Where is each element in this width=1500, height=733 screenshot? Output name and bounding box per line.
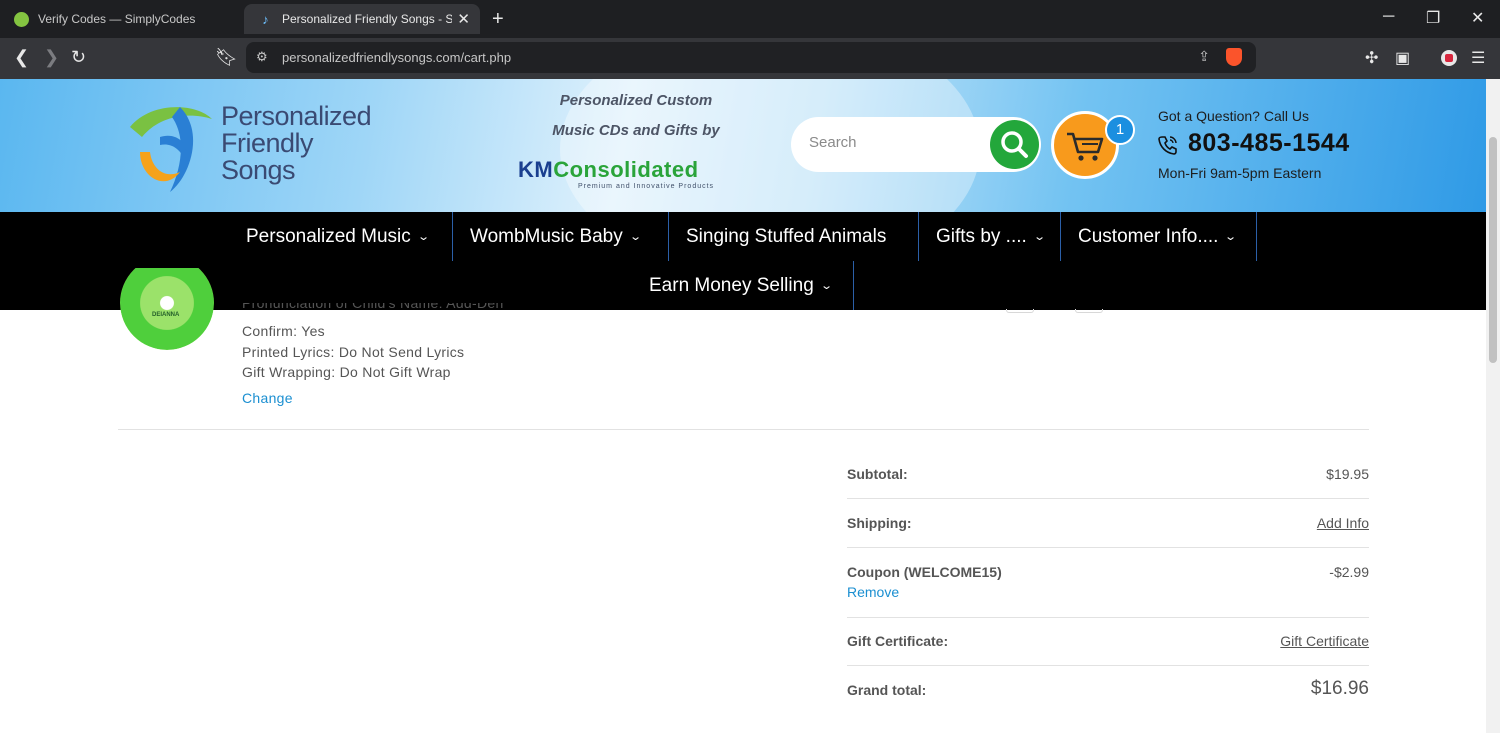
tagline-line1: Personalized Custom [559,92,713,109]
address-bar[interactable]: ⚙ personalizedfriendlysongs.com/cart.php… [246,42,1256,73]
logo-text[interactable]: Personalized Friendly Songs [221,101,372,185]
chevron-down-icon: ⌄ [416,231,430,243]
search-box [791,117,1041,172]
logo-swoosh-icon[interactable] [120,97,218,195]
search-input[interactable] [809,134,979,151]
km-logo-subtitle: Premium and Innovative Products [578,183,715,190]
nav-wombmusic-baby[interactable]: WombMusic Baby ⌄ [452,212,658,261]
close-tab-icon[interactable]: ✕ [457,10,470,28]
music-note-favicon-icon: ♪ [262,11,269,27]
item-option-gift-wrapping: Gift Wrapping: Do Not Gift Wrap [242,364,451,380]
chevron-down-icon: ⌄ [1224,231,1238,243]
km-logo-km: KM [518,157,554,182]
nav-divider [853,261,854,310]
nav-label: Singing Stuffed Animals [686,225,887,247]
close-window-icon[interactable]: ✕ [1471,8,1484,28]
wallet-icon[interactable]: ▣ [1395,48,1410,68]
tab-title: Verify Codes — SimplyCodes [38,12,196,26]
tagline-line2: Music CDs and Gifts by [552,122,720,139]
browser-toolbar: ❮ ❯ ↻ 🔖︎ ⚙ personalizedfriendlysongs.com… [0,38,1500,79]
minimize-icon[interactable]: ─ [1383,8,1394,26]
logo-line: Songs [221,155,296,185]
nav-gifts-by[interactable]: Gifts by .... ⌄ [918,212,1062,261]
nav-label: Gifts by .... [936,225,1027,247]
add-shipping-info-link[interactable]: Add Info [1317,515,1369,531]
subtotal-label: Subtotal: [847,466,908,482]
scrollbar-thumb[interactable] [1489,137,1497,363]
grand-total-value: $16.96 [1310,678,1369,699]
cart-divider [118,429,1369,430]
quantity-decrement-button[interactable] [1006,309,1034,313]
nav-label: WombMusic Baby [470,225,623,247]
subtotal-value: $19.95 [1326,466,1369,482]
change-options-link[interactable]: Change [242,390,293,406]
contact-question: Got a Question? Call Us [1158,108,1309,124]
item-option-confirm: Confirm: Yes [242,323,325,339]
item-option-printed-lyrics: Printed Lyrics: Do Not Send Lyrics [242,344,465,360]
site-header: Personalized Friendly Songs Personalized… [0,79,1486,212]
chevron-down-icon: ⌄ [628,231,642,243]
search-icon [1001,131,1028,158]
cart-count-badge[interactable]: 1 [1105,115,1135,145]
phone-icon [1158,136,1177,155]
subtotal-row: Subtotal: $19.95 [847,450,1369,499]
gift-certificate-link[interactable]: Gift Certificate [1280,633,1369,649]
simplycodes-favicon-icon [14,11,29,27]
business-hours: Mon-Fri 9am-5pm Eastern [1158,165,1322,181]
remove-coupon-link[interactable]: Remove [847,584,899,600]
tab-title: Personalized Friendly Songs - Sh [282,12,452,26]
new-tab-icon[interactable]: + [492,8,504,31]
chevron-down-icon: ⌄ [1032,231,1046,243]
coupon-label: Coupon (WELCOME15) [847,564,1002,580]
bookmark-icon[interactable]: 🔖︎ [215,47,238,68]
gift-certificate-label: Gift Certificate: [847,633,949,649]
page-scrollbar[interactable] [1486,79,1500,733]
shipping-label: Shipping: [847,515,912,531]
grand-total-label: Grand total: [847,682,927,698]
product-cd-thumbnail[interactable]: DEIANNA [120,268,214,350]
cd-label-text: DEIANNA [152,312,180,318]
chevron-down-icon: ⌄ [819,280,833,292]
kmconsolidated-logo: KMConsolidated Premium and Innovative Pr… [518,157,754,193]
brave-shields-icon[interactable] [1226,48,1242,66]
main-navigation: Personalized Music ⌄ WombMusic Baby ⌄ Sing… [0,212,1486,310]
grand-total-row: Grand total: $16.96 [847,666,1369,716]
km-logo-consolidated: Consolidated [553,157,699,182]
nav-customer-info[interactable]: Customer Info.... ⌄ [1060,212,1254,261]
item-option-text: Pronunciation of Child's Name: Add-Den [242,303,504,311]
extensions-icon[interactable]: ✣ [1365,48,1378,68]
logo-line: Friendly [221,128,314,158]
coupon-row: Coupon (WELCOME15) -$2.99 Remove [847,548,1369,618]
cd-disc-image [120,268,214,350]
back-icon[interactable]: ❮ [14,47,29,68]
nav-label: Personalized Music [246,225,411,247]
item-option-pronunciation: Pronunciation of Child's Name: Add-Den [242,303,504,314]
gift-certificate-row: Gift Certificate: Gift Certificate [847,618,1369,666]
tab-personalized-friendly-songs[interactable]: ♪ Personalized Friendly Songs - Sh ✕ [244,4,480,34]
coupon-value: -$2.99 [1329,564,1369,580]
site-info-icon[interactable]: ⚙ [256,49,268,65]
nav-personalized-music[interactable]: Personalized Music ⌄ [228,212,446,261]
phone-number[interactable]: 803-485-1544 [1188,129,1350,158]
quantity-increment-button[interactable] [1075,309,1103,313]
shipping-row: Shipping: Add Info [847,499,1369,548]
menu-icon[interactable]: ☰ [1471,48,1485,68]
nav-label: Customer Info.... [1078,225,1219,247]
nav-divider [1256,212,1257,261]
browser-tab-bar: Verify Codes — SimplyCodes ♪ Personalize… [0,0,1500,38]
nav-singing-stuffed-animals[interactable]: Singing Stuffed Animals [668,212,904,261]
search-button[interactable] [990,120,1039,169]
tab-simplycodes[interactable]: Verify Codes — SimplyCodes [0,4,240,34]
nav-earn-money-selling[interactable]: Earn Money Selling ⌄ [631,261,849,310]
reload-icon[interactable]: ↻ [71,47,86,68]
nav-label: Earn Money Selling [649,274,814,296]
forward-icon[interactable]: ❯ [44,47,59,68]
kaspersky-extension-icon[interactable] [1441,50,1457,66]
restore-icon[interactable]: ❐ [1426,8,1440,28]
share-icon[interactable]: ⇪ [1198,48,1210,65]
logo-line: Personalized [221,101,372,131]
url-text: personalizedfriendlysongs.com/cart.php [282,50,512,65]
